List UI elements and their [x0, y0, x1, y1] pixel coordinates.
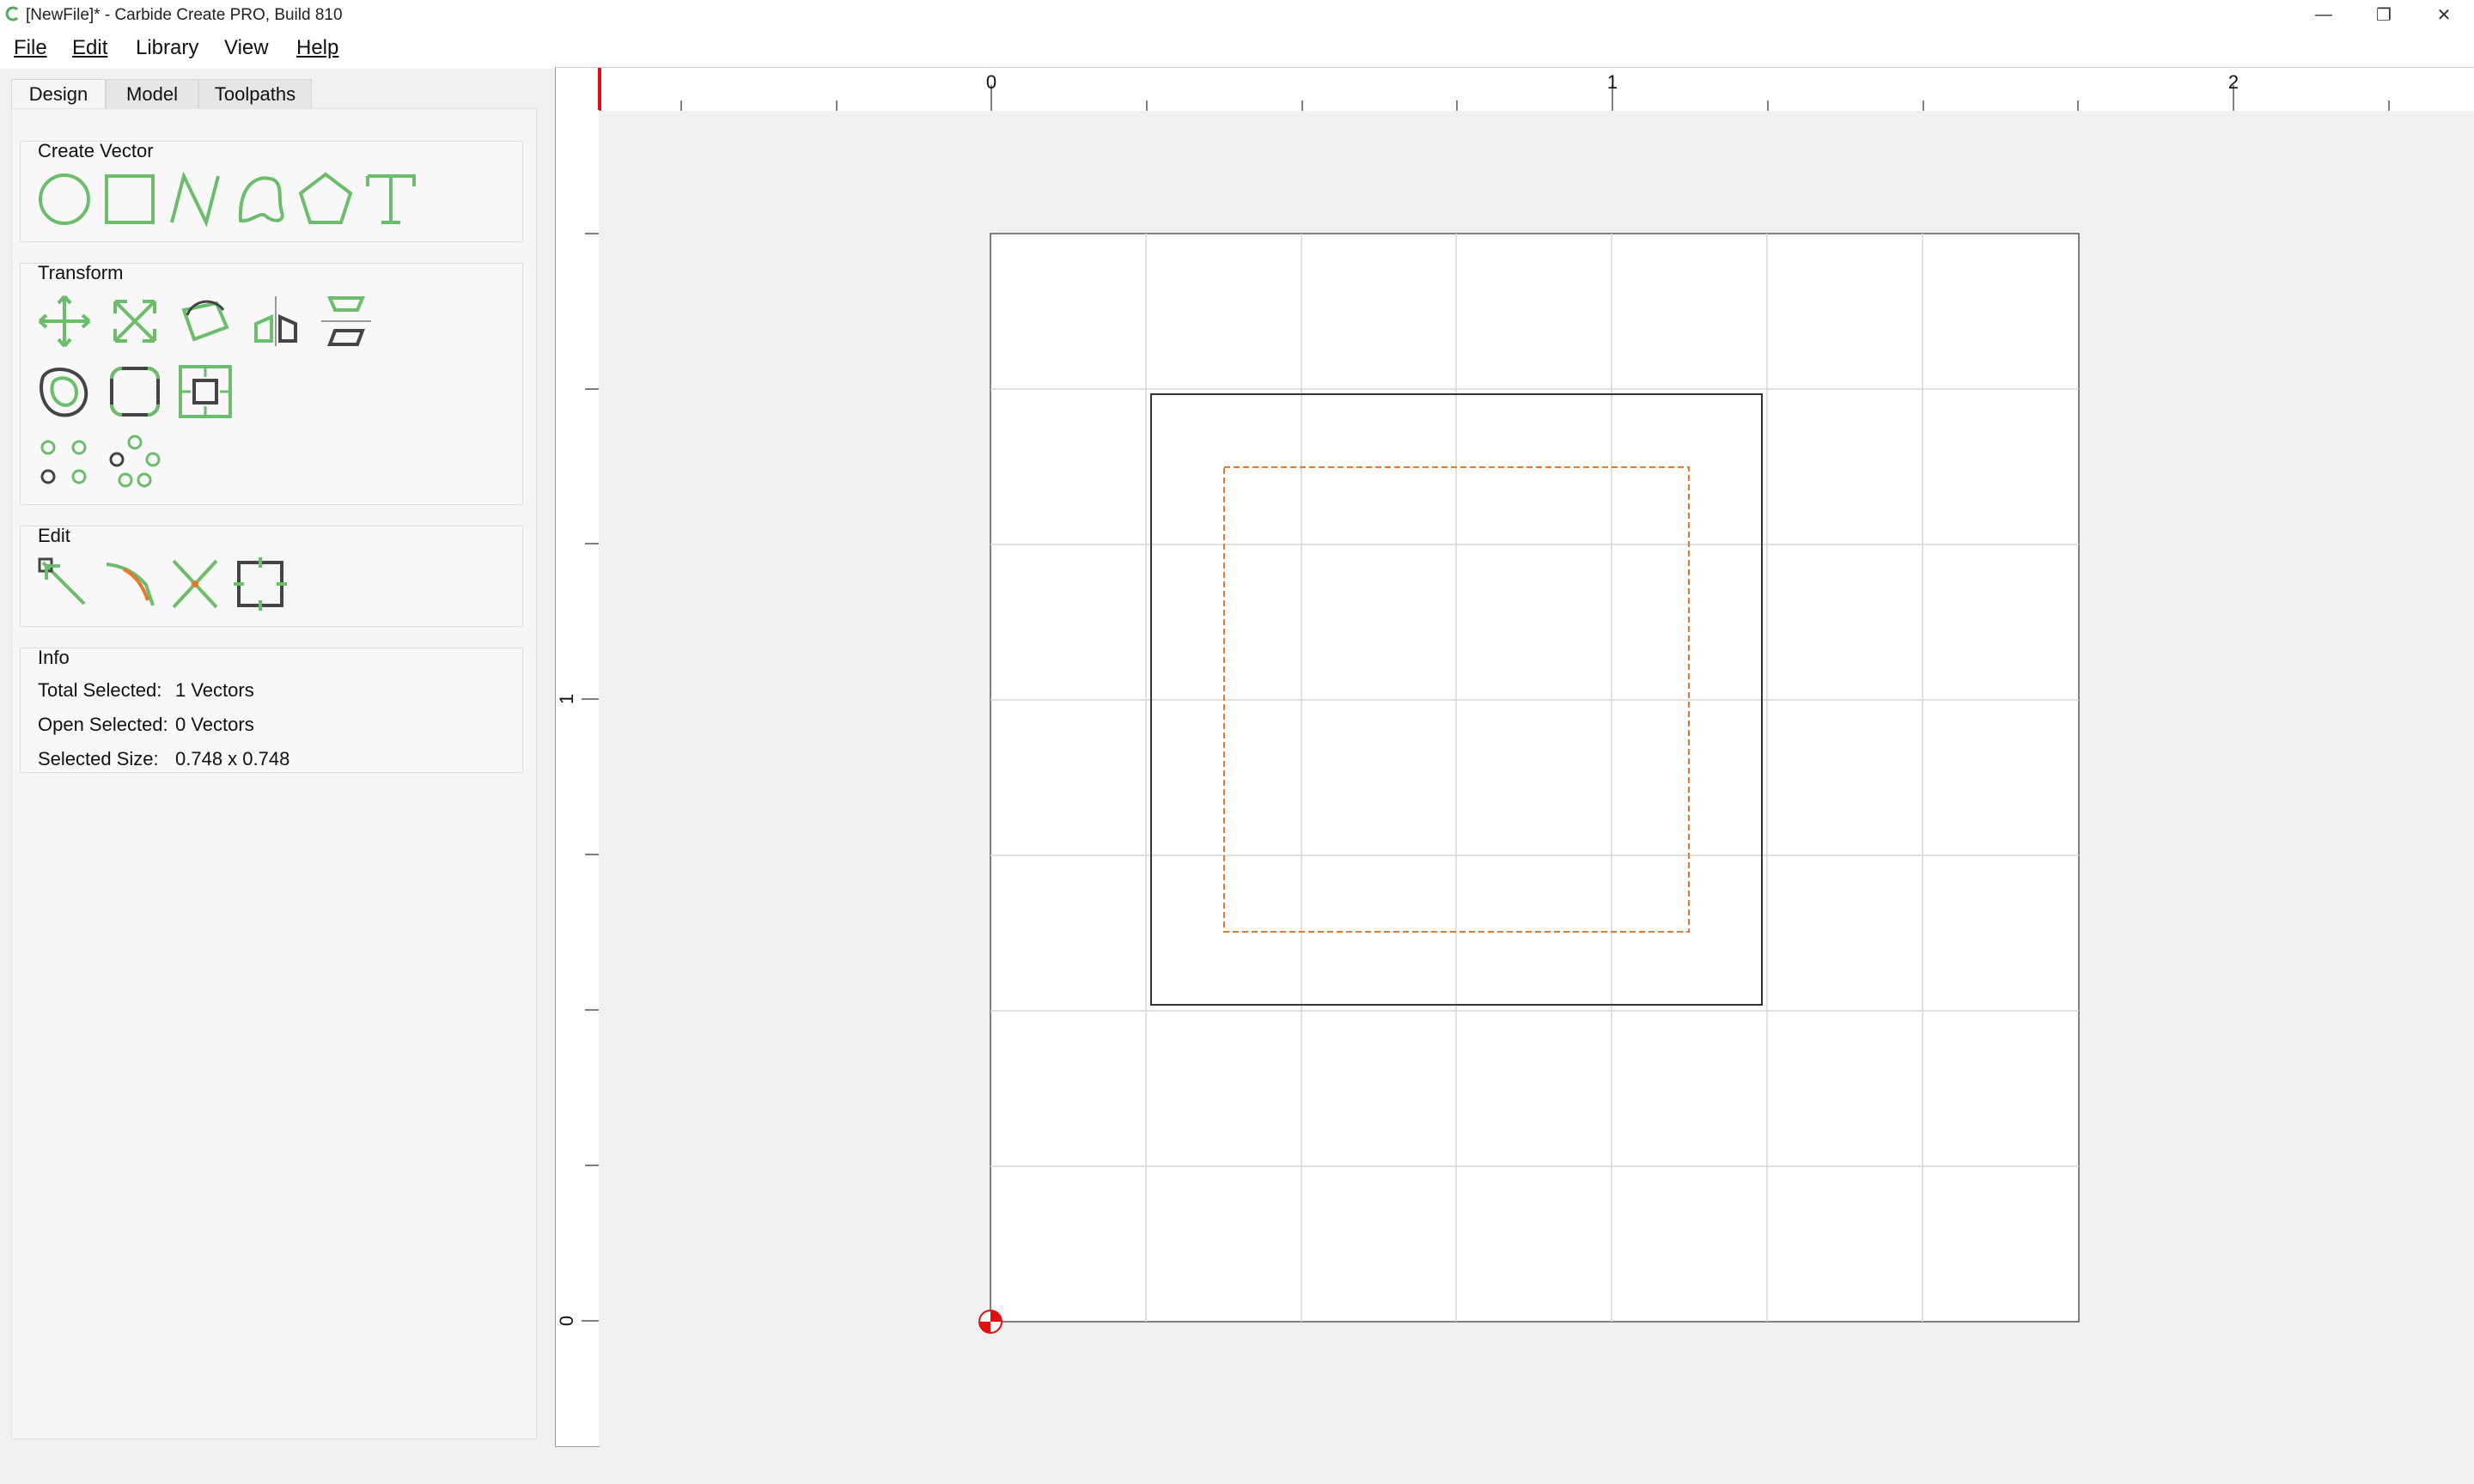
- tab-toolpaths[interactable]: Toolpaths: [198, 79, 312, 110]
- polyline-icon: [170, 171, 220, 228]
- transform-title: Transform: [38, 262, 124, 283]
- node-edit-icon: [38, 557, 86, 605]
- info-value: 0 Vectors: [175, 714, 254, 735]
- text-icon: [366, 174, 416, 224]
- align-tool-button[interactable]: [316, 291, 376, 351]
- circular-array-icon: [109, 435, 161, 488]
- menu-edit[interactable]: Edit: [72, 36, 107, 60]
- offset-tool-button[interactable]: [34, 362, 94, 422]
- join-icon: [106, 563, 155, 606]
- rectangle-tool-button[interactable]: [100, 169, 160, 229]
- curve-tool-button[interactable]: [230, 169, 290, 229]
- stock-area: [990, 233, 2080, 1323]
- node-edit-tool-button[interactable]: [34, 554, 94, 614]
- tab-model[interactable]: Model: [106, 79, 198, 110]
- scale-tool-button[interactable]: [105, 291, 165, 351]
- info-label: Open Selected:: [38, 714, 168, 735]
- array-icon: [40, 440, 87, 484]
- info-label: Total Selected:: [38, 679, 162, 701]
- info-value: 1 Vectors: [175, 679, 254, 701]
- info-group: Info Total Selected: 1 Vectors Open Selec…: [20, 647, 523, 773]
- restore-button[interactable]: ❐: [2354, 0, 2414, 29]
- circle-icon: [39, 173, 90, 225]
- join-tool-button[interactable]: [100, 554, 160, 614]
- polygon-tool-button[interactable]: [296, 169, 356, 229]
- curve-icon: [238, 176, 284, 223]
- close-button[interactable]: ✕: [2414, 0, 2474, 29]
- trim-icon: [172, 559, 218, 609]
- ruler-label-1: 1: [1607, 71, 1618, 93]
- ruler-label-v0: 0: [556, 1316, 577, 1326]
- ruler-label-v1: 1: [556, 694, 577, 704]
- create-vector-group: Create Vector: [20, 140, 523, 242]
- window-title: [NewFile]* - Carbide Create PRO, Build 8…: [26, 6, 343, 24]
- design-canvas-graphic: [978, 233, 2080, 1334]
- boolean-tool-button[interactable]: [230, 554, 290, 614]
- center-icon: [179, 365, 232, 418]
- info-total-selected: Total Selected: 1 Vectors: [38, 679, 254, 702]
- boolean-icon: [234, 557, 287, 611]
- menu-library[interactable]: Library: [136, 36, 198, 60]
- menu-bar: File Edit Library View Help: [0, 29, 2474, 69]
- circle-tool-button[interactable]: [34, 169, 94, 229]
- vertical-ruler[interactable]: 1 0: [555, 110, 600, 1447]
- info-value: 0.748 x 0.748: [175, 748, 290, 769]
- info-open-selected: Open Selected: 0 Vectors: [38, 714, 254, 736]
- info-selected-size: Selected Size: 0.748 x 0.748: [38, 748, 289, 770]
- tab-design[interactable]: Design: [11, 79, 106, 112]
- horizontal-ruler[interactable]: 0 1 2: [555, 67, 2474, 112]
- ruler-label-2: 2: [2228, 71, 2239, 93]
- mirror-tool-button[interactable]: [246, 291, 306, 351]
- carbide-logo-icon: [5, 6, 19, 21]
- move-icon: [38, 295, 91, 348]
- rotate-tool-button[interactable]: [175, 291, 235, 351]
- align-icon: [321, 296, 371, 346]
- menu-view[interactable]: View: [224, 36, 269, 60]
- title-bar: [NewFile]* - Carbide Create PRO, Build 8…: [0, 0, 2474, 29]
- array-tool-button[interactable]: [34, 432, 94, 492]
- horizontal-ruler-graphic: 0 1 2: [598, 68, 2390, 111]
- origin-marker: [978, 1310, 1002, 1334]
- edit-title: Edit: [38, 525, 70, 546]
- fillet-tool-button[interactable]: [105, 362, 165, 422]
- info-label: Selected Size:: [38, 748, 159, 769]
- create-vector-title: Create Vector: [38, 140, 154, 161]
- trim-tool-button[interactable]: [165, 554, 225, 614]
- fillet-icon: [110, 367, 160, 417]
- menu-help[interactable]: Help: [296, 36, 338, 60]
- menu-file[interactable]: File: [14, 36, 47, 60]
- text-tool-button[interactable]: [361, 169, 421, 229]
- transform-group: Transform: [20, 262, 523, 505]
- offset-icon: [40, 367, 88, 417]
- circular-array-tool-button[interactable]: [105, 432, 165, 492]
- info-title: Info: [38, 647, 70, 668]
- polygon-icon: [298, 172, 353, 224]
- move-tool-button[interactable]: [34, 291, 94, 351]
- rectangle-icon: [105, 174, 155, 224]
- ruler-label-0: 0: [986, 71, 996, 93]
- mirror-icon: [254, 296, 297, 346]
- edit-group: Edit: [20, 525, 523, 627]
- center-tool-button[interactable]: [175, 362, 235, 422]
- vertical-ruler-graphic: 1 0: [556, 233, 599, 1326]
- minimize-button[interactable]: —: [2294, 0, 2354, 29]
- scale-icon: [113, 300, 156, 343]
- rotate-icon: [181, 300, 229, 342]
- polyline-tool-button[interactable]: [165, 169, 225, 229]
- design-canvas[interactable]: [599, 111, 2474, 1446]
